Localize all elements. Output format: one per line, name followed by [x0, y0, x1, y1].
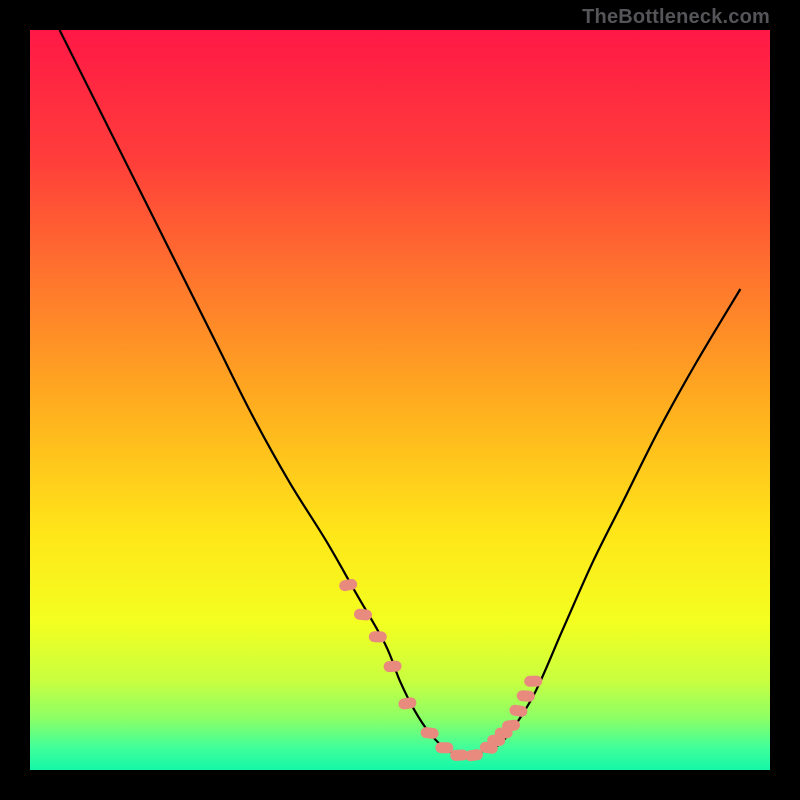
highlight-point	[524, 676, 542, 687]
plot-area	[30, 30, 770, 770]
highlight-point	[420, 726, 439, 739]
highlight-point	[464, 749, 483, 762]
highlight-point	[435, 742, 453, 754]
highlight-point	[501, 719, 520, 732]
highlight-point	[353, 608, 372, 621]
chart-overlay	[30, 30, 770, 770]
highlight-point	[383, 660, 402, 672]
frame: TheBottleneck.com	[0, 0, 800, 800]
highlight-point	[509, 704, 528, 718]
highlight-point	[516, 690, 535, 702]
watermark-label: TheBottleneck.com	[582, 6, 770, 29]
highlight-points	[338, 578, 542, 762]
bottleneck-curve	[60, 30, 741, 756]
highlight-point	[369, 631, 387, 642]
